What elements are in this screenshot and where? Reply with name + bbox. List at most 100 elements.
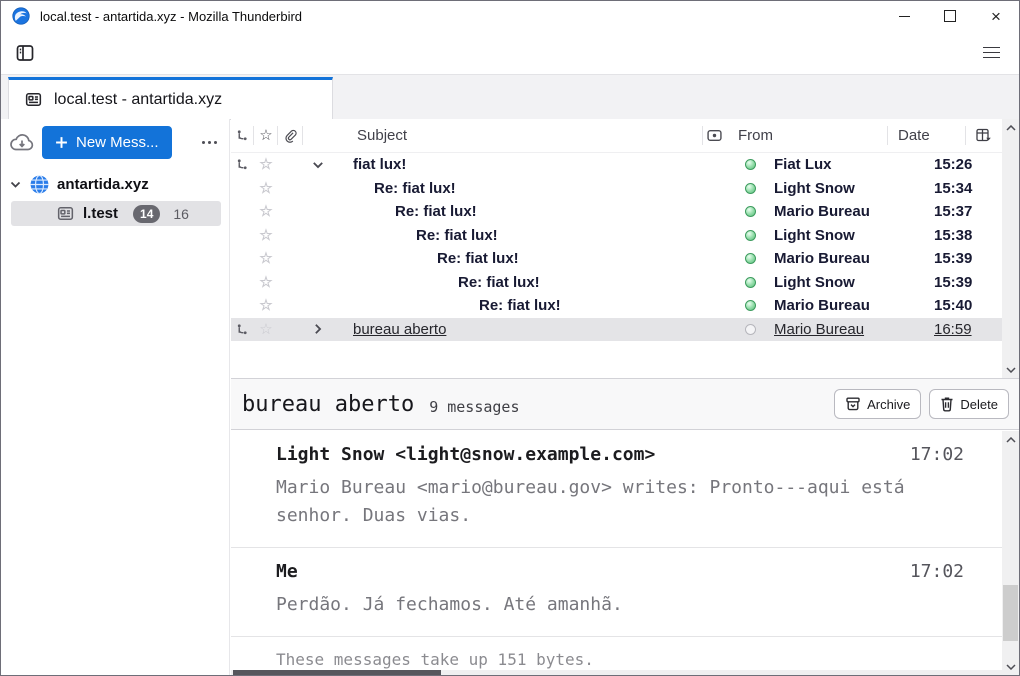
star-icon: ☆ [259,181,272,196]
message-time: 17:02 [910,561,964,582]
thread-list-row[interactable]: ☆Re: fiat lux!Mario Bureau15:40 [231,294,1002,318]
close-button[interactable]: × [973,1,1019,31]
subject-cell: Re: fiat lux! [303,271,739,295]
unread-dot-icon[interactable] [745,253,756,264]
folder-pane: New Mess... antartida.xyz l [1,119,230,675]
read-status-cell[interactable] [739,224,762,248]
horizontal-scrollbar-thumb[interactable] [233,670,441,675]
scroll-up-icon[interactable] [1002,431,1019,448]
message-body: Mario Bureau <mario@bureau.gov> writes: … [276,474,956,530]
message-item[interactable]: Me17:02 Perdão. Já fechamos. Até amanhã. [231,548,1002,637]
maximize-button[interactable] [927,1,973,31]
total-count: 16 [173,206,189,222]
read-status-cell[interactable] [739,247,762,271]
subject-cell: fiat lux! [303,153,739,177]
twisty-icon[interactable] [303,323,349,335]
read-status-cell[interactable] [739,271,762,295]
spaces-toolbar-button[interactable] [10,38,40,68]
scrollbar-thumb[interactable] [1003,585,1018,641]
new-message-button[interactable]: New Mess... [42,126,172,159]
star-icon: ☆ [259,251,272,266]
chevron-down-icon[interactable] [9,178,22,191]
message-pane-scrollbar[interactable] [1002,431,1019,675]
thread-icon [236,129,249,142]
ellipsis-icon [202,141,205,144]
star-icon: ☆ [259,298,272,313]
tab-local-test[interactable]: local.test - antartida.xyz [8,77,333,119]
column-picker-button[interactable] [966,119,1002,152]
unread-dot-icon[interactable] [745,277,756,288]
scroll-up-icon[interactable] [1002,119,1019,136]
scroll-down-icon[interactable] [1002,361,1019,378]
unread-dot-icon[interactable] [745,230,756,241]
from-cell: Mario Bureau [762,247,924,271]
star-button[interactable]: ☆ [254,224,278,248]
get-messages-button[interactable] [9,132,35,154]
from-column-header[interactable]: From [726,119,888,152]
star-button[interactable]: ☆ [254,247,278,271]
unread-dot-icon[interactable] [745,183,756,194]
read-column-header[interactable] [703,119,726,152]
read-dot-icon[interactable] [745,324,756,335]
read-status-cell[interactable] [739,153,762,177]
star-icon: ☆ [259,322,272,337]
thread-column-header[interactable] [231,119,254,152]
unread-count-badge: 14 [133,205,160,223]
subject-cell: Re: fiat lux! [303,294,739,318]
unread-dot-icon[interactable] [745,300,756,311]
star-button[interactable]: ☆ [254,294,278,318]
star-icon: ☆ [259,128,272,143]
star-button[interactable]: ☆ [254,177,278,201]
attachment-column-header[interactable] [278,119,303,152]
thread-list-rows: ☆fiat lux!Fiat Lux15:26☆Re: fiat lux!Lig… [231,153,1002,342]
unread-dot-icon[interactable] [745,206,756,217]
star-icon: ☆ [259,228,272,243]
message-body: Perdão. Já fechamos. Até amanhã. [276,591,956,619]
read-status-cell[interactable] [739,318,762,342]
attachment-cell [278,247,303,271]
read-status-cell[interactable] [739,294,762,318]
message-header[interactable]: Light Snow <light@snow.example.com>17:02 [276,444,964,465]
thread-marker-cell [231,177,254,201]
minimize-button[interactable] [881,1,927,31]
sidebar-item-account[interactable]: antartida.xyz [1,165,229,198]
thread-list-row[interactable]: ☆fiat lux!Fiat Lux15:26 [231,153,1002,177]
thread-list-row[interactable]: ☆Re: fiat lux!Mario Bureau15:39 [231,247,1002,271]
thread-list-row[interactable]: ☆Re: fiat lux!Light Snow15:34 [231,177,1002,201]
twisty-icon[interactable] [303,159,349,171]
thread-message-count: 9 messages [429,398,519,416]
read-status-cell[interactable] [739,177,762,201]
thread-list-row[interactable]: ☆Re: fiat lux!Mario Bureau15:37 [231,200,1002,224]
thread-list-row[interactable]: ☆Re: fiat lux!Light Snow15:38 [231,224,1002,248]
message-pane-horizontal-scrollbar[interactable] [231,670,1002,675]
date-column-header[interactable]: Date [888,119,966,152]
unread-dot-icon[interactable] [745,159,756,170]
thread-list-row[interactable]: ☆Re: fiat lux!Light Snow15:39 [231,271,1002,295]
read-status-cell[interactable] [739,200,762,224]
subject-cell: Re: fiat lux! [303,177,739,201]
trash-icon [940,396,954,412]
star-button[interactable]: ☆ [254,271,278,295]
archive-button[interactable]: Archive [834,389,921,419]
thread-list-row[interactable]: ☆bureau abertoMario Bureau16:59 [231,318,1002,342]
subject-column-header[interactable]: Subject [303,119,703,152]
sidebar-item-folder-ltest[interactable]: l.test 14 16 [11,201,221,226]
message-item[interactable]: Light Snow <light@snow.example.com>17:02… [231,431,1002,548]
star-button[interactable]: ☆ [254,200,278,224]
delete-button[interactable]: Delete [929,389,1009,419]
unified-toolbar [1,31,1019,75]
thunderbird-window: local.test - antartida.xyz - Mozilla Thu… [0,0,1020,676]
star-button[interactable]: ☆ [254,318,278,342]
attachment-cell [278,177,303,201]
star-column-header[interactable]: ☆ [254,119,278,152]
date-cell: 15:38 [924,224,1002,248]
message-header[interactable]: Me17:02 [276,561,964,582]
date-cell: 15:39 [924,247,1002,271]
folder-pane-options-button[interactable] [200,135,219,150]
attachment-cell [278,294,303,318]
thread-list-scrollbar[interactable] [1002,119,1019,378]
scroll-down-icon[interactable] [1002,658,1019,675]
star-button[interactable]: ☆ [254,153,278,177]
subject-column-label: Subject [303,127,407,144]
app-menu-button[interactable] [976,38,1006,68]
